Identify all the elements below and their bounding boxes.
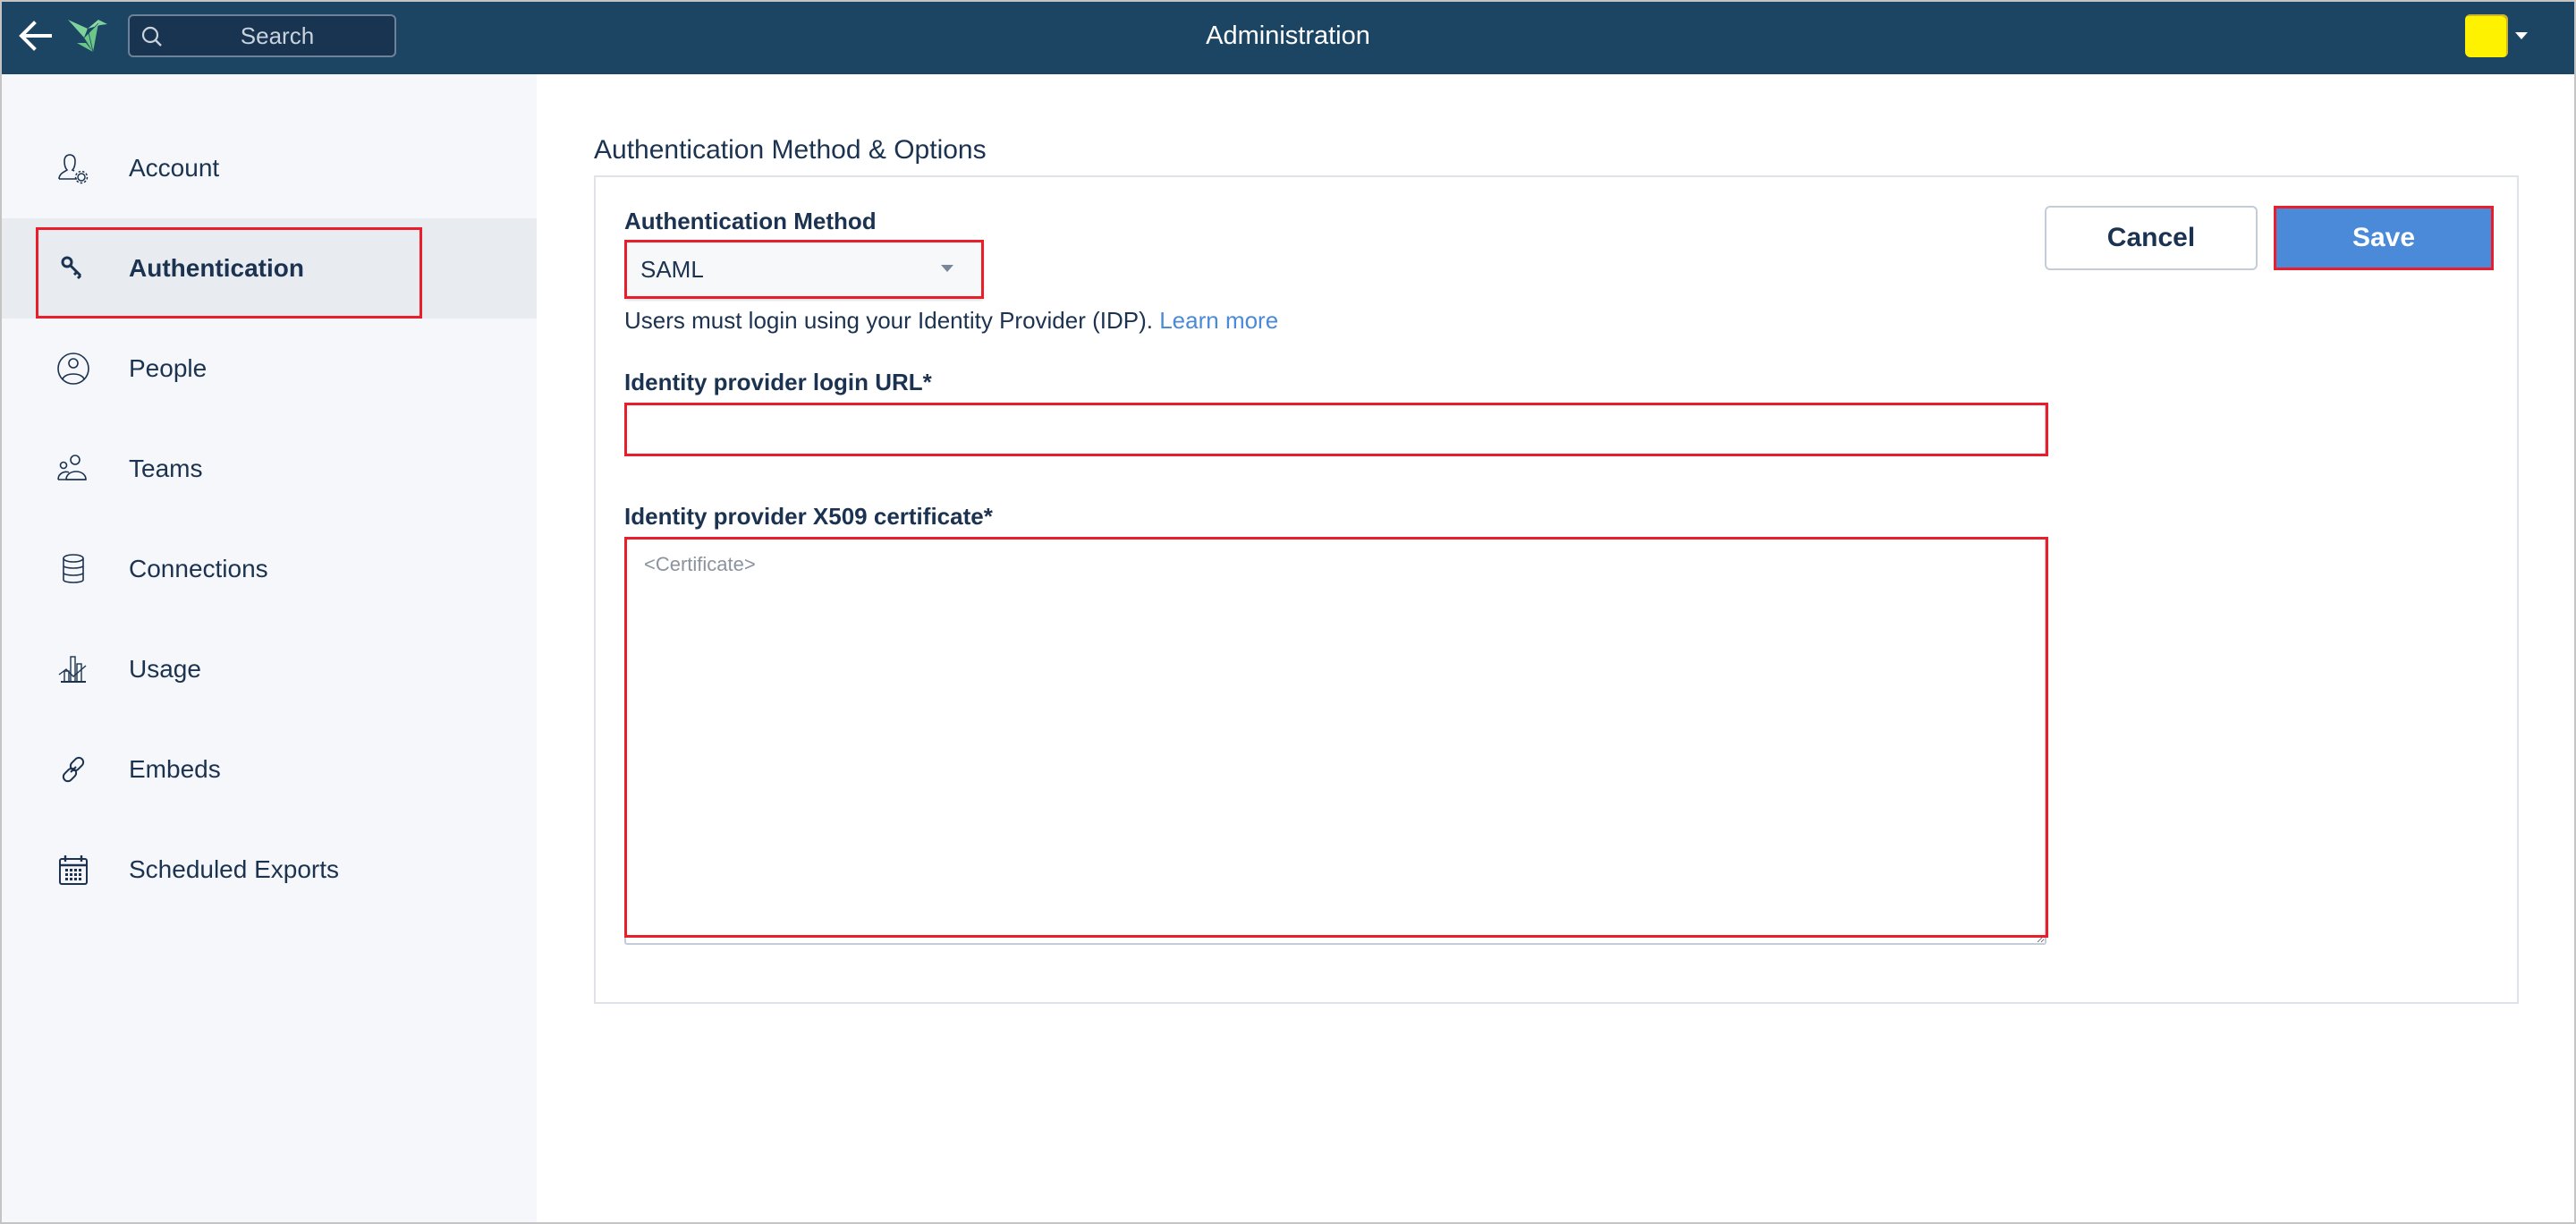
auth-method-value: SAML [640,256,704,283]
user-gear-icon [58,154,89,184]
sidebar-item-connections[interactable]: Connections [0,519,537,619]
sidebar-item-label: People [129,354,208,382]
sidebar-item-label: Authentication [129,254,304,282]
cancel-button[interactable]: Cancel [2045,206,2258,270]
sidebar-item-label: Account [129,154,220,182]
auth-method-help: Users must login using your Identity Pro… [624,304,1278,336]
learn-more-link[interactable]: Learn more [1159,307,1278,334]
sidebar-item-label: Scheduled Exports [129,855,340,883]
section-title: Authentication Method & Options [594,135,987,165]
key-icon [61,256,82,280]
top-header: Administration [0,0,2576,74]
certificate-label: Identity provider X509 certificate* [624,503,993,530]
sidebar-item-authentication[interactable]: Authentication [0,218,537,319]
login-url-label: Identity provider login URL* [624,369,932,395]
sidebar-item-label: Connections [129,555,268,582]
auth-method-label: Authentication Method [624,208,877,234]
avatar[interactable] [2465,14,2508,57]
sidebar-item-scheduled-exports[interactable]: Scheduled Exports [0,820,537,920]
sidebar: Account Authentication People Teams Conn… [0,74,537,1224]
caret-down-icon [2515,32,2528,39]
sidebar-item-account[interactable]: Account [0,118,537,218]
certificate-textarea[interactable] [624,537,2046,945]
sidebar-item-people[interactable]: People [0,319,537,419]
link-icon [62,756,85,783]
bar-chart-icon [58,656,87,683]
sidebar-item-teams[interactable]: Teams [0,419,537,519]
sidebar-item-label: Teams [129,455,203,482]
sidebar-item-label: Embeds [129,755,221,783]
caret-down-icon [941,265,953,272]
sidebar-item-embeds[interactable]: Embeds [0,719,537,820]
sidebar-item-label: Usage [129,655,201,683]
sidebar-item-usage[interactable]: Usage [0,619,537,719]
auth-method-select[interactable]: SAML [624,240,984,299]
page-title: Administration [1206,21,1370,50]
user-circle-icon [57,353,89,385]
users-icon [57,455,87,480]
database-icon [63,554,84,583]
help-text: Users must login using your Identity Pro… [624,307,1160,334]
user-menu[interactable] [2465,14,2529,57]
login-url-input[interactable] [624,403,2046,456]
calendar-icon [59,855,88,885]
save-button[interactable]: Save [2275,206,2492,270]
